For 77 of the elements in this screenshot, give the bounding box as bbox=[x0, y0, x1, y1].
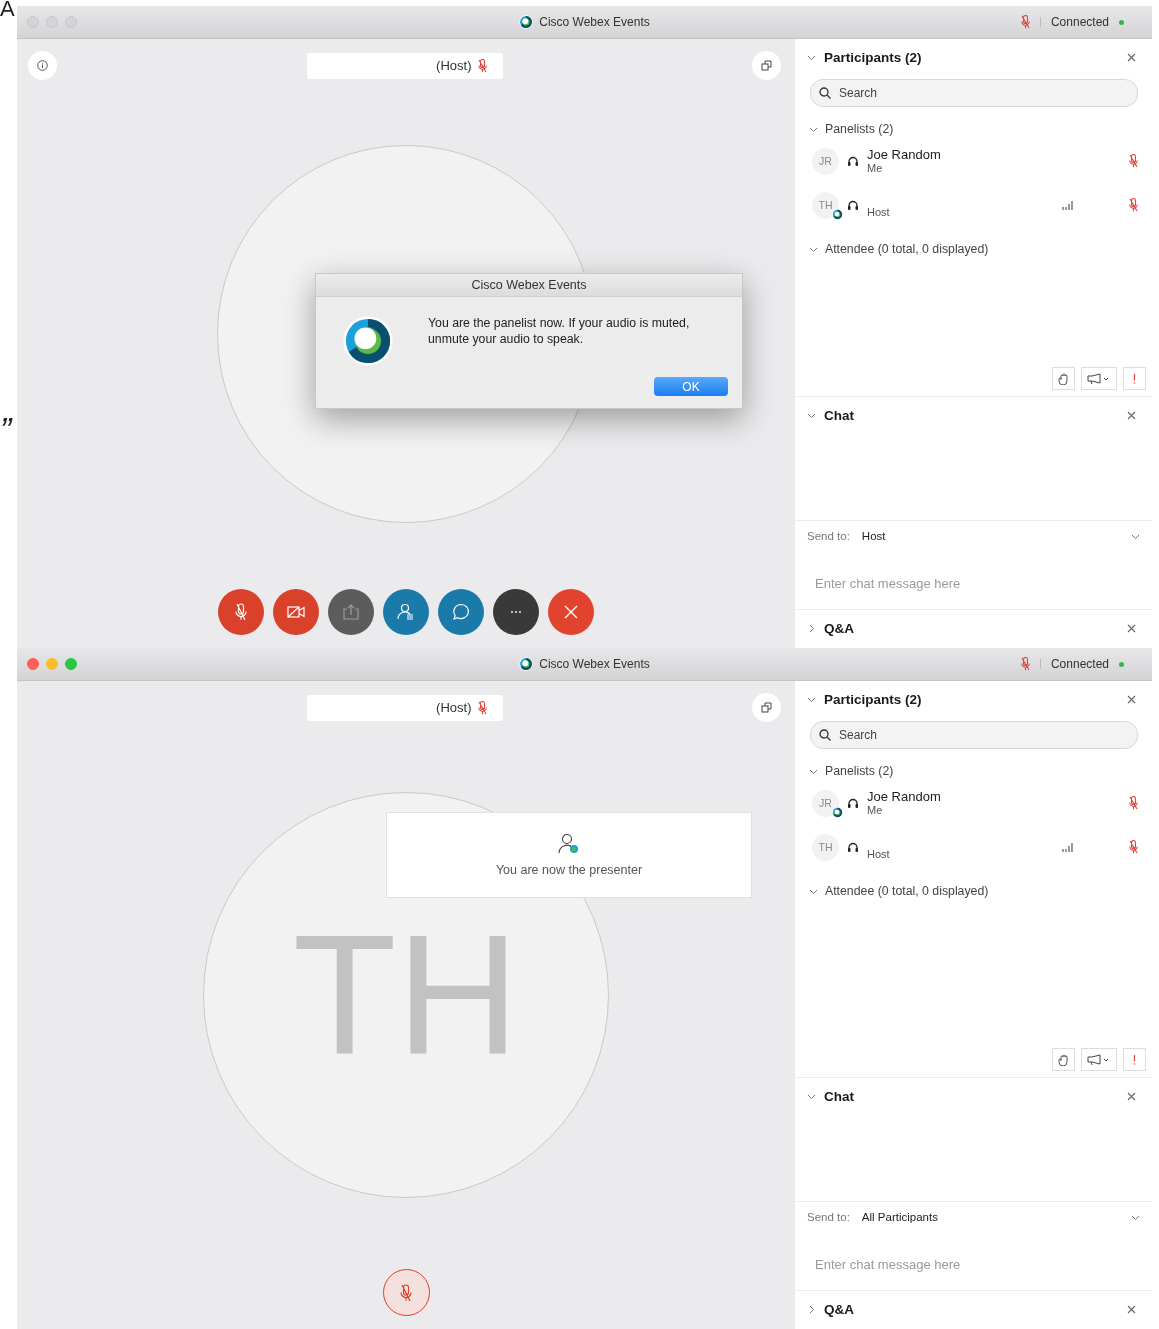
section-title: Chat bbox=[824, 1088, 855, 1104]
connection-status: Connected bbox=[1050, 15, 1109, 29]
connection-status: Connected bbox=[1050, 657, 1109, 671]
megaphone-icon bbox=[1087, 372, 1111, 385]
close-button[interactable] bbox=[27, 658, 39, 670]
participant-role: Host bbox=[867, 205, 891, 219]
search-field[interactable]: Search bbox=[810, 721, 1138, 749]
section-title: Chat bbox=[824, 407, 855, 423]
dialog-message: You are the panelist now. If your audio is muted, unmute your audio to speak. bbox=[427, 315, 691, 348]
webex-logo-icon bbox=[519, 15, 534, 29]
chevron-right-icon[interactable] bbox=[807, 1304, 816, 1314]
search-placeholder: Search bbox=[839, 86, 878, 100]
chevron-right-icon[interactable] bbox=[807, 623, 816, 633]
background-text: ” bbox=[0, 410, 12, 449]
megaphone-icon bbox=[1087, 1053, 1111, 1066]
info-button[interactable] bbox=[28, 51, 57, 80]
restore-button[interactable] bbox=[752, 51, 781, 80]
hand-icon bbox=[1058, 372, 1069, 385]
participant-name: Joe Random bbox=[867, 147, 942, 162]
share-button[interactable] bbox=[328, 589, 374, 635]
headset-icon bbox=[847, 199, 859, 211]
close-icon[interactable] bbox=[1127, 52, 1136, 62]
close-icon[interactable] bbox=[1127, 623, 1136, 633]
headset-icon bbox=[847, 841, 859, 853]
window-title: Cisco Webex Events bbox=[539, 15, 650, 29]
close-icon[interactable] bbox=[1127, 410, 1136, 420]
restore-icon bbox=[761, 60, 772, 71]
search-placeholder: Search bbox=[839, 728, 878, 742]
status-dot bbox=[1119, 661, 1124, 667]
search-icon bbox=[819, 87, 831, 99]
headset-icon bbox=[847, 797, 859, 809]
search-icon bbox=[819, 729, 831, 741]
leave-button[interactable] bbox=[548, 589, 594, 635]
exclamation-icon bbox=[1133, 1054, 1136, 1065]
hand-icon bbox=[1058, 1053, 1069, 1066]
section-title: Participants (2) bbox=[824, 49, 923, 65]
group-label[interactable]: Panelists (2) bbox=[825, 764, 894, 778]
section-title: Q&A bbox=[824, 1301, 855, 1317]
participant-role: Host bbox=[867, 847, 891, 861]
exclamation-icon bbox=[1133, 373, 1136, 384]
participant-role: Me bbox=[867, 804, 884, 817]
close-icon[interactable] bbox=[1127, 1091, 1136, 1101]
raise-hand-button[interactable] bbox=[1052, 367, 1075, 390]
webex-logo-icon bbox=[342, 315, 394, 367]
info-icon bbox=[37, 60, 48, 71]
participant-name: Joe Random bbox=[867, 789, 942, 804]
more-button[interactable] bbox=[493, 589, 539, 635]
avatar: JR bbox=[812, 147, 839, 175]
speaker-name: (Host) bbox=[436, 700, 472, 715]
status-dot bbox=[1119, 19, 1124, 25]
close-icon[interactable] bbox=[1127, 694, 1136, 704]
raise-hand-button[interactable] bbox=[1052, 1048, 1075, 1071]
webex-logo-icon bbox=[519, 657, 534, 671]
chat-button[interactable] bbox=[438, 589, 484, 635]
participant-role: Me bbox=[867, 162, 884, 175]
window-title: Cisco Webex Events bbox=[539, 657, 650, 671]
restore-icon bbox=[761, 702, 772, 713]
section-title: Participants (2) bbox=[824, 691, 923, 707]
group-label[interactable]: Attendee (0 total, 0 displayed) bbox=[825, 242, 989, 256]
participants-button[interactable] bbox=[383, 589, 429, 635]
video-button[interactable] bbox=[273, 589, 319, 635]
headset-icon bbox=[847, 155, 859, 167]
search-field[interactable]: Search bbox=[810, 79, 1138, 107]
group-label[interactable]: Attendee (0 total, 0 displayed) bbox=[825, 884, 989, 898]
group-label[interactable]: Panelists (2) bbox=[825, 122, 894, 136]
close-icon[interactable] bbox=[1127, 1304, 1136, 1314]
mute-button[interactable] bbox=[382, 1269, 430, 1316]
background-text: A bbox=[0, 0, 15, 18]
mute-button[interactable] bbox=[218, 589, 264, 635]
notice-text: You are now the presenter bbox=[495, 863, 643, 877]
speaker-name: (Host) bbox=[436, 58, 472, 73]
dialog-title: Cisco Webex Events bbox=[471, 278, 587, 292]
restore-button[interactable] bbox=[752, 693, 781, 722]
megaphone-button[interactable] bbox=[1081, 1048, 1117, 1071]
section-title: Q&A bbox=[824, 620, 855, 636]
avatar: TH bbox=[812, 833, 839, 861]
megaphone-button[interactable] bbox=[1081, 367, 1117, 390]
